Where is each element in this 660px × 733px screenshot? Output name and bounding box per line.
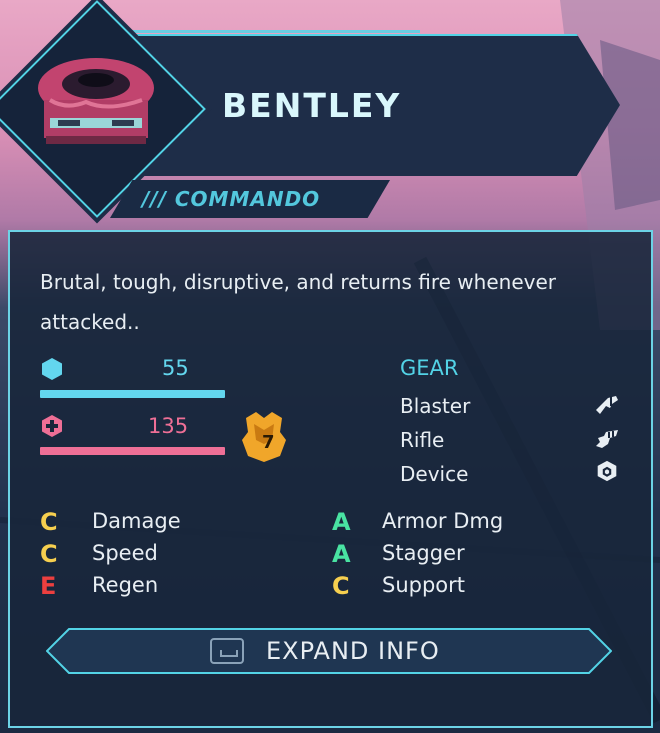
keyboard-key-icon [210, 638, 244, 664]
expand-info-label[interactable]: EXPAND INFO [266, 637, 440, 665]
device-hexagon-icon [597, 460, 617, 482]
grade-armor-dmg: A [332, 508, 351, 536]
health-bar [40, 447, 225, 455]
hero-description: Brutal, tough, disruptive, and returns f… [40, 270, 556, 334]
rifle-icon [596, 430, 618, 448]
gear-item-rifle: Rifle [400, 428, 445, 452]
shield-bar [40, 390, 225, 398]
gear-item-device: Device [400, 462, 469, 486]
health-value: 135 [148, 414, 189, 438]
health-cross-icon [42, 415, 62, 437]
attr-damage: Damage [92, 509, 181, 533]
attr-speed: Speed [92, 541, 158, 565]
shield-value: 55 [162, 356, 189, 380]
grade-stagger: A [332, 540, 351, 568]
attr-armor-dmg: Armor Dmg [382, 509, 504, 533]
hero-portrait [38, 58, 154, 144]
blaster-icon [596, 396, 618, 414]
hero-name: BENTLEY [222, 86, 402, 125]
hero-class: /// COMMANDO [142, 187, 321, 211]
attr-stagger: Stagger [382, 541, 465, 565]
grade-support: C [332, 572, 350, 600]
hexagon-shield-icon [42, 358, 62, 380]
gear-item-blaster: Blaster [400, 394, 471, 418]
level-value: 7 [262, 432, 275, 453]
grade-damage: C [40, 508, 58, 536]
attr-support: Support [382, 573, 466, 597]
gear-title: GEAR [400, 356, 459, 380]
attr-regen: Regen [92, 573, 159, 597]
grade-speed: C [40, 540, 58, 568]
grade-regen: E [40, 572, 57, 600]
